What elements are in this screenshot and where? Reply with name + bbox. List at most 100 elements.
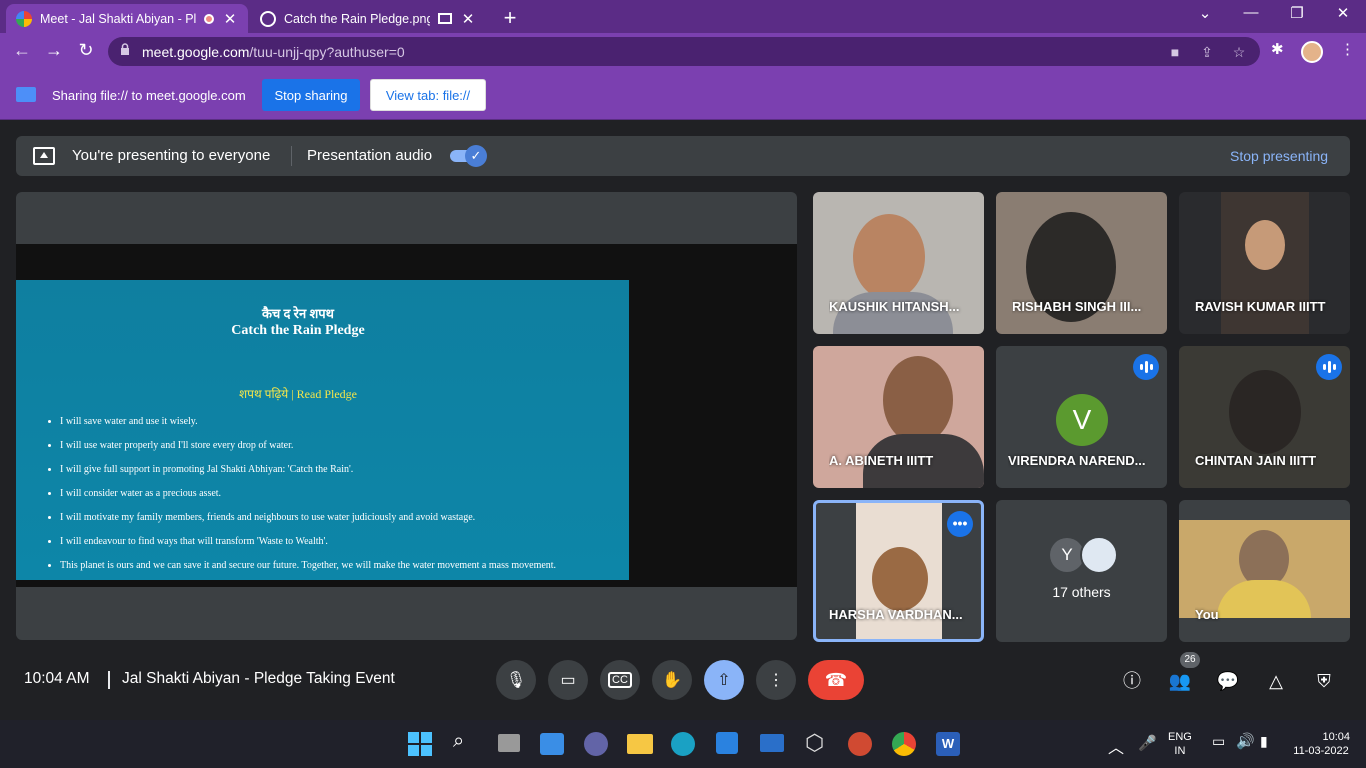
meeting-time: 10:04 AM <box>24 670 90 687</box>
menu-icon[interactable]: ⋮ <box>1340 40 1355 58</box>
avatar <box>1080 536 1118 574</box>
participant-tile[interactable]: ••• HARSHA VARDHAN... <box>813 500 984 642</box>
present-button[interactable]: ⇧ <box>704 660 744 700</box>
presenting-bar: You're presenting to everyone Presentati… <box>16 136 1350 176</box>
stop-presenting-button[interactable]: Stop presenting <box>1230 148 1328 164</box>
url-path: /tuu-unjj-qpy?authuser=0 <box>249 44 405 60</box>
restore-icon[interactable]: ❐ <box>1282 4 1312 22</box>
battery-icon[interactable]: ▮ <box>1260 733 1268 750</box>
more-options-icon[interactable]: ••• <box>947 511 973 537</box>
chrome-icon[interactable] <box>892 732 916 756</box>
activities-icon[interactable]: △ <box>1263 668 1289 694</box>
word-icon[interactable]: W <box>936 732 960 756</box>
mail-icon[interactable] <box>760 734 784 752</box>
view-tab-button[interactable]: View tab: file:// <box>370 79 486 111</box>
participant-tile[interactable]: RISHABH SINGH III... <box>996 192 1167 334</box>
close-tab-icon[interactable]: ✕ <box>222 10 238 28</box>
more-options-button[interactable]: ⋮ <box>756 660 796 700</box>
others-tile[interactable]: Y 17 others <box>996 500 1167 642</box>
participant-video <box>1229 370 1301 454</box>
presentation-stage: कैच द रेन शपथ Catch the Rain Pledge शपथ … <box>16 192 797 640</box>
participant-name: CHINTAN JAIN IIITT <box>1195 453 1317 468</box>
tab-meet-title: Meet - Jal Shakti Abiyan - Ple <box>40 11 196 26</box>
camera-button[interactable]: ▭ <box>548 660 588 700</box>
url-field[interactable]: meet.google.com/tuu-unjj-qpy?authuser=0 … <box>108 37 1260 66</box>
self-tile[interactable]: You <box>1179 500 1350 642</box>
participant-tile[interactable]: KAUSHIK HITANSH... <box>813 192 984 334</box>
network-icon[interactable]: ▭ <box>1212 733 1225 750</box>
avatar: Y <box>1050 538 1084 572</box>
chat-icon[interactable]: 💬 <box>1215 668 1241 694</box>
captions-button[interactable]: CC <box>600 660 640 700</box>
pledge-item: I will give full support in promoting Ja… <box>60 463 560 477</box>
others-count: 17 others <box>1052 584 1111 600</box>
participant-tile[interactable]: RAVISH KUMAR IIITT <box>1179 192 1350 334</box>
edge-icon[interactable] <box>671 732 695 756</box>
system-clock[interactable]: 10:04 11-03-2022 <box>1288 730 1354 758</box>
participant-name: RAVISH KUMAR IIITT <box>1195 299 1326 314</box>
participant-tile[interactable]: CHINTAN JAIN IIITT <box>1179 346 1350 488</box>
back-icon[interactable]: ← <box>10 40 34 61</box>
start-icon[interactable] <box>408 732 432 756</box>
tab-pledge-image[interactable]: Catch the Rain Pledge.png (5 ✕ <box>250 4 486 33</box>
windows-taskbar: ⌕ ⬡ W ︿ 🎤 ENG IN ▭ 🔊 ▮ 10:04 11-03-2022 <box>0 720 1366 768</box>
language-indicator[interactable]: ENG IN <box>1168 730 1192 758</box>
new-tab-icon[interactable]: + <box>498 5 522 31</box>
pledge-list: I will save water and use it wisely. I w… <box>60 415 560 583</box>
microphone-button[interactable]: 🎙 <box>496 660 536 700</box>
reload-icon[interactable]: ↻ <box>74 40 98 61</box>
address-bar: ← → ↻ meet.google.com/tuu-unjj-qpy?authu… <box>0 33 1366 70</box>
task-view-icon[interactable] <box>498 734 520 752</box>
participant-video <box>1245 220 1285 270</box>
pledge-item: This planet is ours and we can save it a… <box>60 559 560 573</box>
participant-tile[interactable]: A. ABINETH IIITT <box>813 346 984 488</box>
store-icon[interactable] <box>716 732 738 754</box>
share-icon[interactable]: ⇪ <box>1198 44 1216 61</box>
stop-sharing-button[interactable]: Stop sharing <box>262 79 360 111</box>
camera-in-use-icon[interactable]: ■ <box>1166 44 1184 60</box>
forward-icon[interactable]: → <box>42 40 66 61</box>
screen-share-icon <box>16 87 36 102</box>
widgets-icon[interactable] <box>540 733 564 755</box>
participant-name: RISHABH SINGH III... <box>1012 299 1142 314</box>
participant-video <box>853 214 925 300</box>
captions-icon: CC <box>608 672 632 688</box>
meeting-name: Jal Shakti Abiyan - Pledge Taking Event <box>122 670 395 687</box>
host-controls-icon[interactable]: ⛨ <box>1311 668 1337 694</box>
meeting-details-icon[interactable]: ⓘ <box>1119 668 1145 694</box>
participant-tile[interactable]: V VIRENDRA NAREND... <box>996 346 1167 488</box>
tab-search-icon[interactable]: ⌄ <box>1190 4 1220 22</box>
leave-call-button[interactable]: ☎ <box>808 660 864 700</box>
url-text: meet.google.com/tuu-unjj-qpy?authuser=0 <box>142 44 405 60</box>
language-code: ENG <box>1168 731 1192 743</box>
participant-video <box>883 356 953 444</box>
file-explorer-icon[interactable] <box>627 734 653 754</box>
extensions-icon[interactable]: ✱ <box>1271 40 1284 58</box>
volume-icon[interactable]: 🔊 <box>1236 732 1255 750</box>
bookmark-star-icon[interactable]: ☆ <box>1230 44 1248 61</box>
app-cube-icon[interactable]: ⬡ <box>805 730 824 756</box>
people-icon[interactable]: 👥 <box>1167 668 1193 694</box>
present-icon: ⇧ <box>717 672 731 689</box>
microphone-in-use-icon[interactable]: 🎤 <box>1138 734 1157 752</box>
lock-icon <box>121 43 129 55</box>
tab-meet[interactable]: Meet - Jal Shakti Abiyan - Ple ✕ <box>6 4 248 33</box>
search-icon[interactable]: ⌕ <box>453 730 464 753</box>
minimize-icon[interactable]: — <box>1236 4 1266 21</box>
presentation-audio-toggle[interactable]: ✓ <box>450 145 487 167</box>
close-tab-icon[interactable]: ✕ <box>460 10 476 28</box>
teams-chat-icon[interactable] <box>584 732 608 756</box>
show-hidden-icons-icon[interactable]: ︿ <box>1108 734 1124 758</box>
participant-video <box>872 547 928 611</box>
avatar: V <box>1056 394 1108 446</box>
presentation-audio-label: Presentation audio <box>307 147 433 164</box>
profile-avatar[interactable] <box>1301 41 1323 63</box>
raise-hand-button[interactable]: ✋ <box>652 660 692 700</box>
close-window-icon[interactable]: ✕ <box>1328 4 1358 22</box>
globe-icon <box>260 10 276 27</box>
present-icon <box>33 147 55 165</box>
app-circle-icon[interactable] <box>848 732 872 756</box>
pledge-item: I will use water properly and I'll store… <box>60 439 560 453</box>
pledge-item: I will motivate my family members, frien… <box>60 511 560 525</box>
meet-favicon-icon <box>16 10 32 27</box>
